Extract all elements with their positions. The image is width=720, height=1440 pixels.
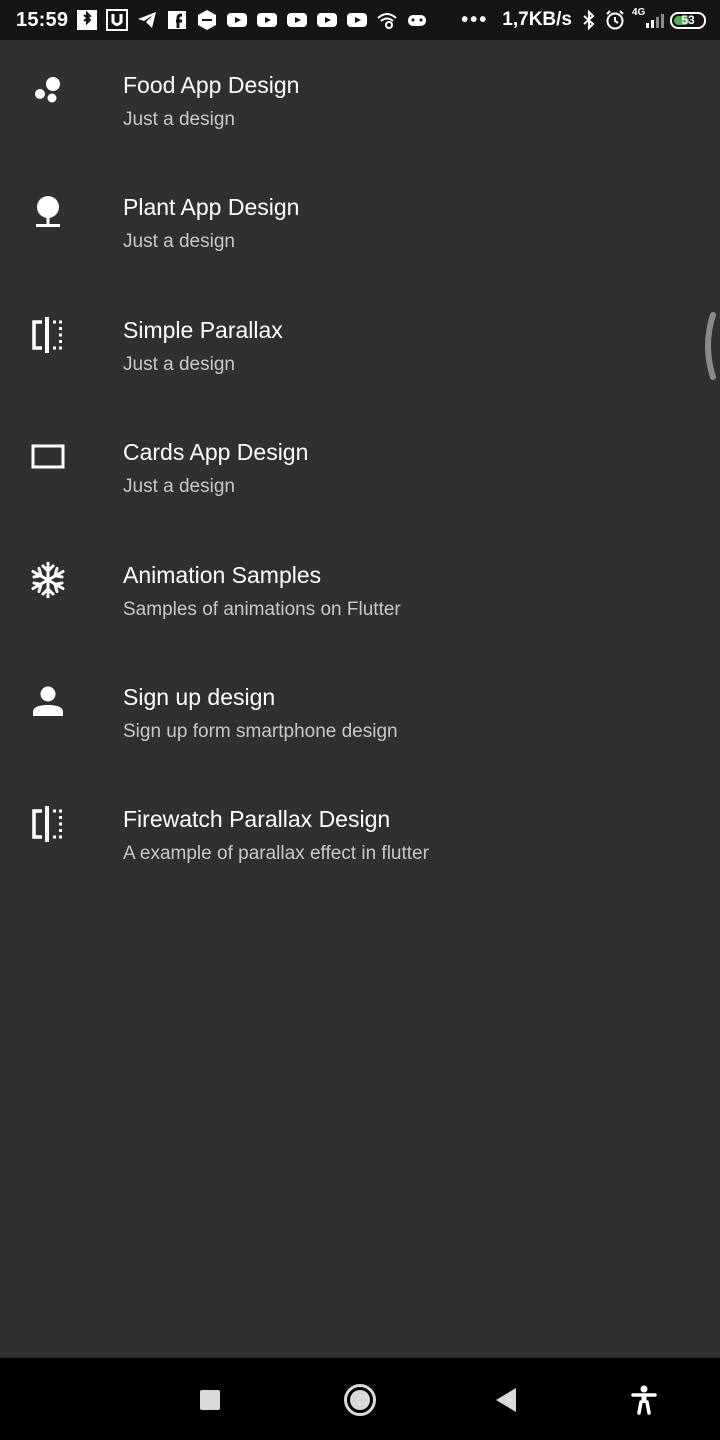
game-controller-icon xyxy=(406,9,428,31)
youtube-icon xyxy=(286,9,308,31)
back-button[interactable] xyxy=(486,1380,526,1420)
signal-icon: 4G xyxy=(632,7,666,31)
list-item-food-app-design[interactable]: Food App Design Just a design xyxy=(0,42,720,164)
battery-indicator: 53 xyxy=(670,11,706,29)
edge-gesture-indicator[interactable] xyxy=(700,312,716,380)
list-item-animation-samples[interactable]: Animation Samples Samples of animations … xyxy=(0,532,720,654)
snowflake-icon xyxy=(30,561,66,599)
item-subtitle: A example of parallax effect in flutter xyxy=(123,843,429,865)
item-title: Sign up design xyxy=(123,683,276,710)
alarm-icon xyxy=(604,9,626,31)
status-bar: 15:59 ••• 1,7KB/s 4G 53 xyxy=(0,0,720,40)
list-item-simple-parallax[interactable]: Simple Parallax Just a design xyxy=(0,287,720,409)
u-app-icon xyxy=(106,9,129,31)
item-subtitle: Just a design xyxy=(123,476,235,498)
more-notifications-icon: ••• xyxy=(461,8,489,31)
list-item-cards-app-design[interactable]: Cards App Design Just a design xyxy=(0,409,720,531)
design-list: Food App Design Just a design Plant App … xyxy=(0,42,720,899)
bluetooth-app-icon xyxy=(76,9,98,31)
notification-icons xyxy=(76,9,428,31)
tree-icon xyxy=(30,194,66,230)
item-title: Firewatch Parallax Design xyxy=(123,806,391,833)
home-button[interactable] xyxy=(340,1380,380,1420)
youtube-icon xyxy=(256,9,278,31)
wifi-link-icon xyxy=(376,9,398,31)
bubbles-icon xyxy=(30,72,66,108)
rectangle-icon xyxy=(30,439,66,475)
status-time: 15:59 xyxy=(16,8,69,31)
item-title: Food App Design xyxy=(123,72,300,98)
item-title: Cards App Design xyxy=(123,439,309,466)
item-title: Animation Samples xyxy=(123,561,322,588)
accessibility-button[interactable] xyxy=(624,1380,664,1420)
item-subtitle: Just a design xyxy=(123,109,235,130)
list-item-sign-up-design[interactable]: Sign up design Sign up form smartphone d… xyxy=(0,654,720,776)
facebook-icon xyxy=(166,9,188,31)
compare-icon xyxy=(30,806,66,843)
bluetooth-icon xyxy=(578,9,600,31)
telegram-icon xyxy=(136,9,158,31)
item-subtitle: Samples of animations on Flutter xyxy=(123,598,401,620)
list-item-firewatch-parallax-design[interactable]: Firewatch Parallax Design A example of p… xyxy=(0,776,720,898)
navigation-bar xyxy=(0,1358,720,1440)
item-title: Simple Parallax xyxy=(123,316,283,343)
recents-button[interactable] xyxy=(190,1380,230,1420)
shield-app-icon xyxy=(196,9,218,31)
youtube-icon xyxy=(226,9,248,31)
person-icon xyxy=(30,684,66,720)
network-speed: 1,7KB/s xyxy=(502,9,572,30)
item-subtitle: Just a design xyxy=(123,231,235,253)
item-title: Plant App Design xyxy=(123,194,300,221)
item-subtitle: Just a design xyxy=(123,353,235,375)
youtube-icon xyxy=(316,9,338,31)
compare-icon xyxy=(30,316,66,353)
youtube-icon xyxy=(346,9,368,31)
list-item-plant-app-design[interactable]: Plant App Design Just a design xyxy=(0,164,720,286)
item-subtitle: Sign up form smartphone design xyxy=(123,720,398,742)
